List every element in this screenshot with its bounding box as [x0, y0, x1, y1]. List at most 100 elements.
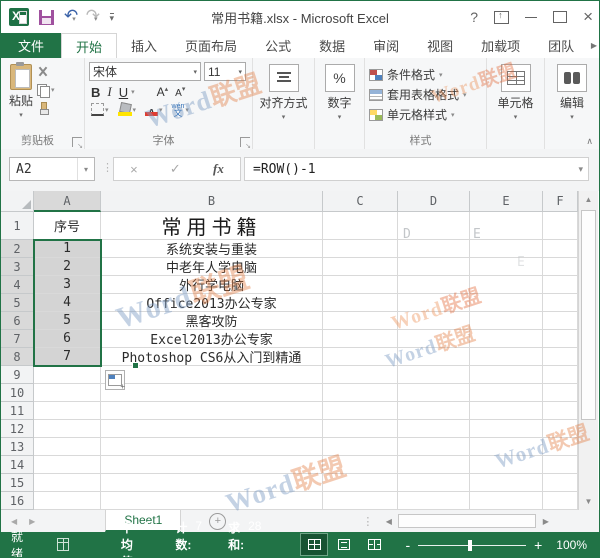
cell-D15[interactable]: [398, 474, 470, 492]
column-header-C[interactable]: C: [323, 191, 398, 212]
bold-button[interactable]: B: [91, 85, 100, 100]
cell-E14[interactable]: [470, 456, 543, 474]
cell-A7[interactable]: 6: [34, 330, 101, 348]
shrink-font-button[interactable]: A▾: [175, 85, 185, 99]
tab-formulas[interactable]: 公式: [251, 33, 305, 58]
row-header-11[interactable]: 11: [1, 402, 34, 420]
font-size-dropdown-icon[interactable]: ▾: [234, 68, 242, 76]
horizontal-scrollbar[interactable]: ◀ ▶: [381, 510, 553, 532]
sheet-next-icon[interactable]: ▶: [29, 517, 35, 526]
view-page-layout-button[interactable]: [331, 534, 357, 555]
column-header-E[interactable]: E: [470, 191, 543, 212]
cell-A15[interactable]: [34, 474, 101, 492]
column-header-F[interactable]: F: [543, 191, 578, 212]
scroll-left-icon[interactable]: ◀: [381, 513, 396, 529]
cell-F11[interactable]: [543, 402, 578, 420]
cell-D10[interactable]: [398, 384, 470, 402]
customize-qat-icon[interactable]: ▾: [110, 13, 115, 22]
undo-dropdown-icon[interactable]: ▾: [72, 16, 76, 23]
cell-B6[interactable]: 黑客攻防: [101, 312, 323, 330]
cell-B10[interactable]: [101, 384, 323, 402]
redo-dropdown-icon[interactable]: ▾: [94, 16, 98, 23]
cell-C12[interactable]: [323, 420, 398, 438]
maximize-icon[interactable]: [553, 11, 567, 23]
scroll-down-icon[interactable]: ▼: [579, 493, 598, 510]
alignment-button[interactable]: 对齐方式 ▾: [257, 62, 310, 123]
row-header-7[interactable]: 7: [1, 330, 34, 348]
cell-F12[interactable]: [543, 420, 578, 438]
ribbon-display-options-icon[interactable]: [494, 11, 509, 24]
cell-D12[interactable]: [398, 420, 470, 438]
cell-F16[interactable]: [543, 492, 578, 510]
cell-C4[interactable]: [323, 276, 398, 294]
tab-home[interactable]: 开始: [61, 33, 117, 58]
cell-C9[interactable]: [323, 366, 398, 384]
cell-B4[interactable]: 外行学电脑: [101, 276, 323, 294]
collapse-ribbon-icon[interactable]: ∧: [586, 136, 593, 147]
cut-button[interactable]: [37, 65, 55, 79]
cell-D11[interactable]: [398, 402, 470, 420]
format-as-table-dropdown-icon[interactable]: ▾: [463, 91, 467, 99]
phonetic-guide-button[interactable]: wén文▾: [172, 104, 189, 116]
vertical-scroll-thumb[interactable]: [581, 210, 596, 420]
cell-B1[interactable]: 常用书籍: [101, 212, 323, 240]
cell-D3[interactable]: [398, 258, 470, 276]
expand-formula-bar-icon[interactable]: ▾: [578, 164, 588, 175]
cell-E15[interactable]: [470, 474, 543, 492]
cell-C16[interactable]: [323, 492, 398, 510]
fill-color-dropdown-icon[interactable]: ▾: [133, 106, 137, 114]
save-icon[interactable]: [39, 10, 54, 25]
cell-A11[interactable]: [34, 402, 101, 420]
cell-D13[interactable]: [398, 438, 470, 456]
cell-F8[interactable]: [543, 348, 578, 366]
sheet-prev-icon[interactable]: ◀: [11, 517, 17, 526]
cell-F9[interactable]: [543, 366, 578, 384]
cell-C10[interactable]: [323, 384, 398, 402]
tab-review[interactable]: 审阅: [359, 33, 413, 58]
cell-A2[interactable]: 1: [34, 240, 101, 258]
cell-B13[interactable]: [101, 438, 323, 456]
macro-record-icon[interactable]: [57, 538, 69, 551]
tab-insert[interactable]: 插入: [117, 33, 171, 58]
cell-E3[interactable]: [470, 258, 543, 276]
cell-C8[interactable]: [323, 348, 398, 366]
vertical-scrollbar[interactable]: ▲ ▼: [578, 191, 598, 510]
tab-data[interactable]: 数据: [305, 33, 359, 58]
cell-E6[interactable]: [470, 312, 543, 330]
borders-dropdown-icon[interactable]: ▾: [105, 106, 109, 114]
scroll-right-icon[interactable]: ▶: [538, 513, 553, 529]
cell-D5[interactable]: [398, 294, 470, 312]
font-size-combo[interactable]: 11▾: [204, 62, 246, 81]
cell-A5[interactable]: 4: [34, 294, 101, 312]
tab-team[interactable]: 团队: [534, 33, 588, 58]
cell-E10[interactable]: [470, 384, 543, 402]
fill-color-button[interactable]: ▾: [118, 103, 137, 116]
cell-C11[interactable]: [323, 402, 398, 420]
copy-button[interactable]: ▾: [37, 83, 55, 97]
cell-B11[interactable]: [101, 402, 323, 420]
zoom-in-button[interactable]: +: [534, 539, 542, 551]
row-header-8[interactable]: 8: [1, 348, 34, 366]
row-header-13[interactable]: 13: [1, 438, 34, 456]
cancel-formula-icon[interactable]: ×: [130, 162, 138, 177]
row-header-16[interactable]: 16: [1, 492, 34, 510]
zoom-slider[interactable]: [418, 539, 526, 551]
cell-E13[interactable]: [470, 438, 543, 456]
cell-A6[interactable]: 5: [34, 312, 101, 330]
row-header-1[interactable]: 1: [1, 212, 34, 240]
insert-function-icon[interactable]: fx: [213, 161, 224, 177]
cell-styles-button[interactable]: 单元格样式▾: [369, 106, 482, 123]
cell-E5[interactable]: [470, 294, 543, 312]
cell-C15[interactable]: [323, 474, 398, 492]
horizontal-scroll-thumb[interactable]: [398, 514, 536, 528]
cell-F2[interactable]: [543, 240, 578, 258]
row-header-15[interactable]: 15: [1, 474, 34, 492]
cell-B7[interactable]: Excel2013办公专家: [101, 330, 323, 348]
cell-D14[interactable]: [398, 456, 470, 474]
cell-B15[interactable]: [101, 474, 323, 492]
cell-A14[interactable]: [34, 456, 101, 474]
view-normal-button[interactable]: [301, 534, 327, 555]
formula-input[interactable]: =ROW()-1 ▾: [244, 157, 589, 181]
cell-F4[interactable]: [543, 276, 578, 294]
cell-D6[interactable]: [398, 312, 470, 330]
